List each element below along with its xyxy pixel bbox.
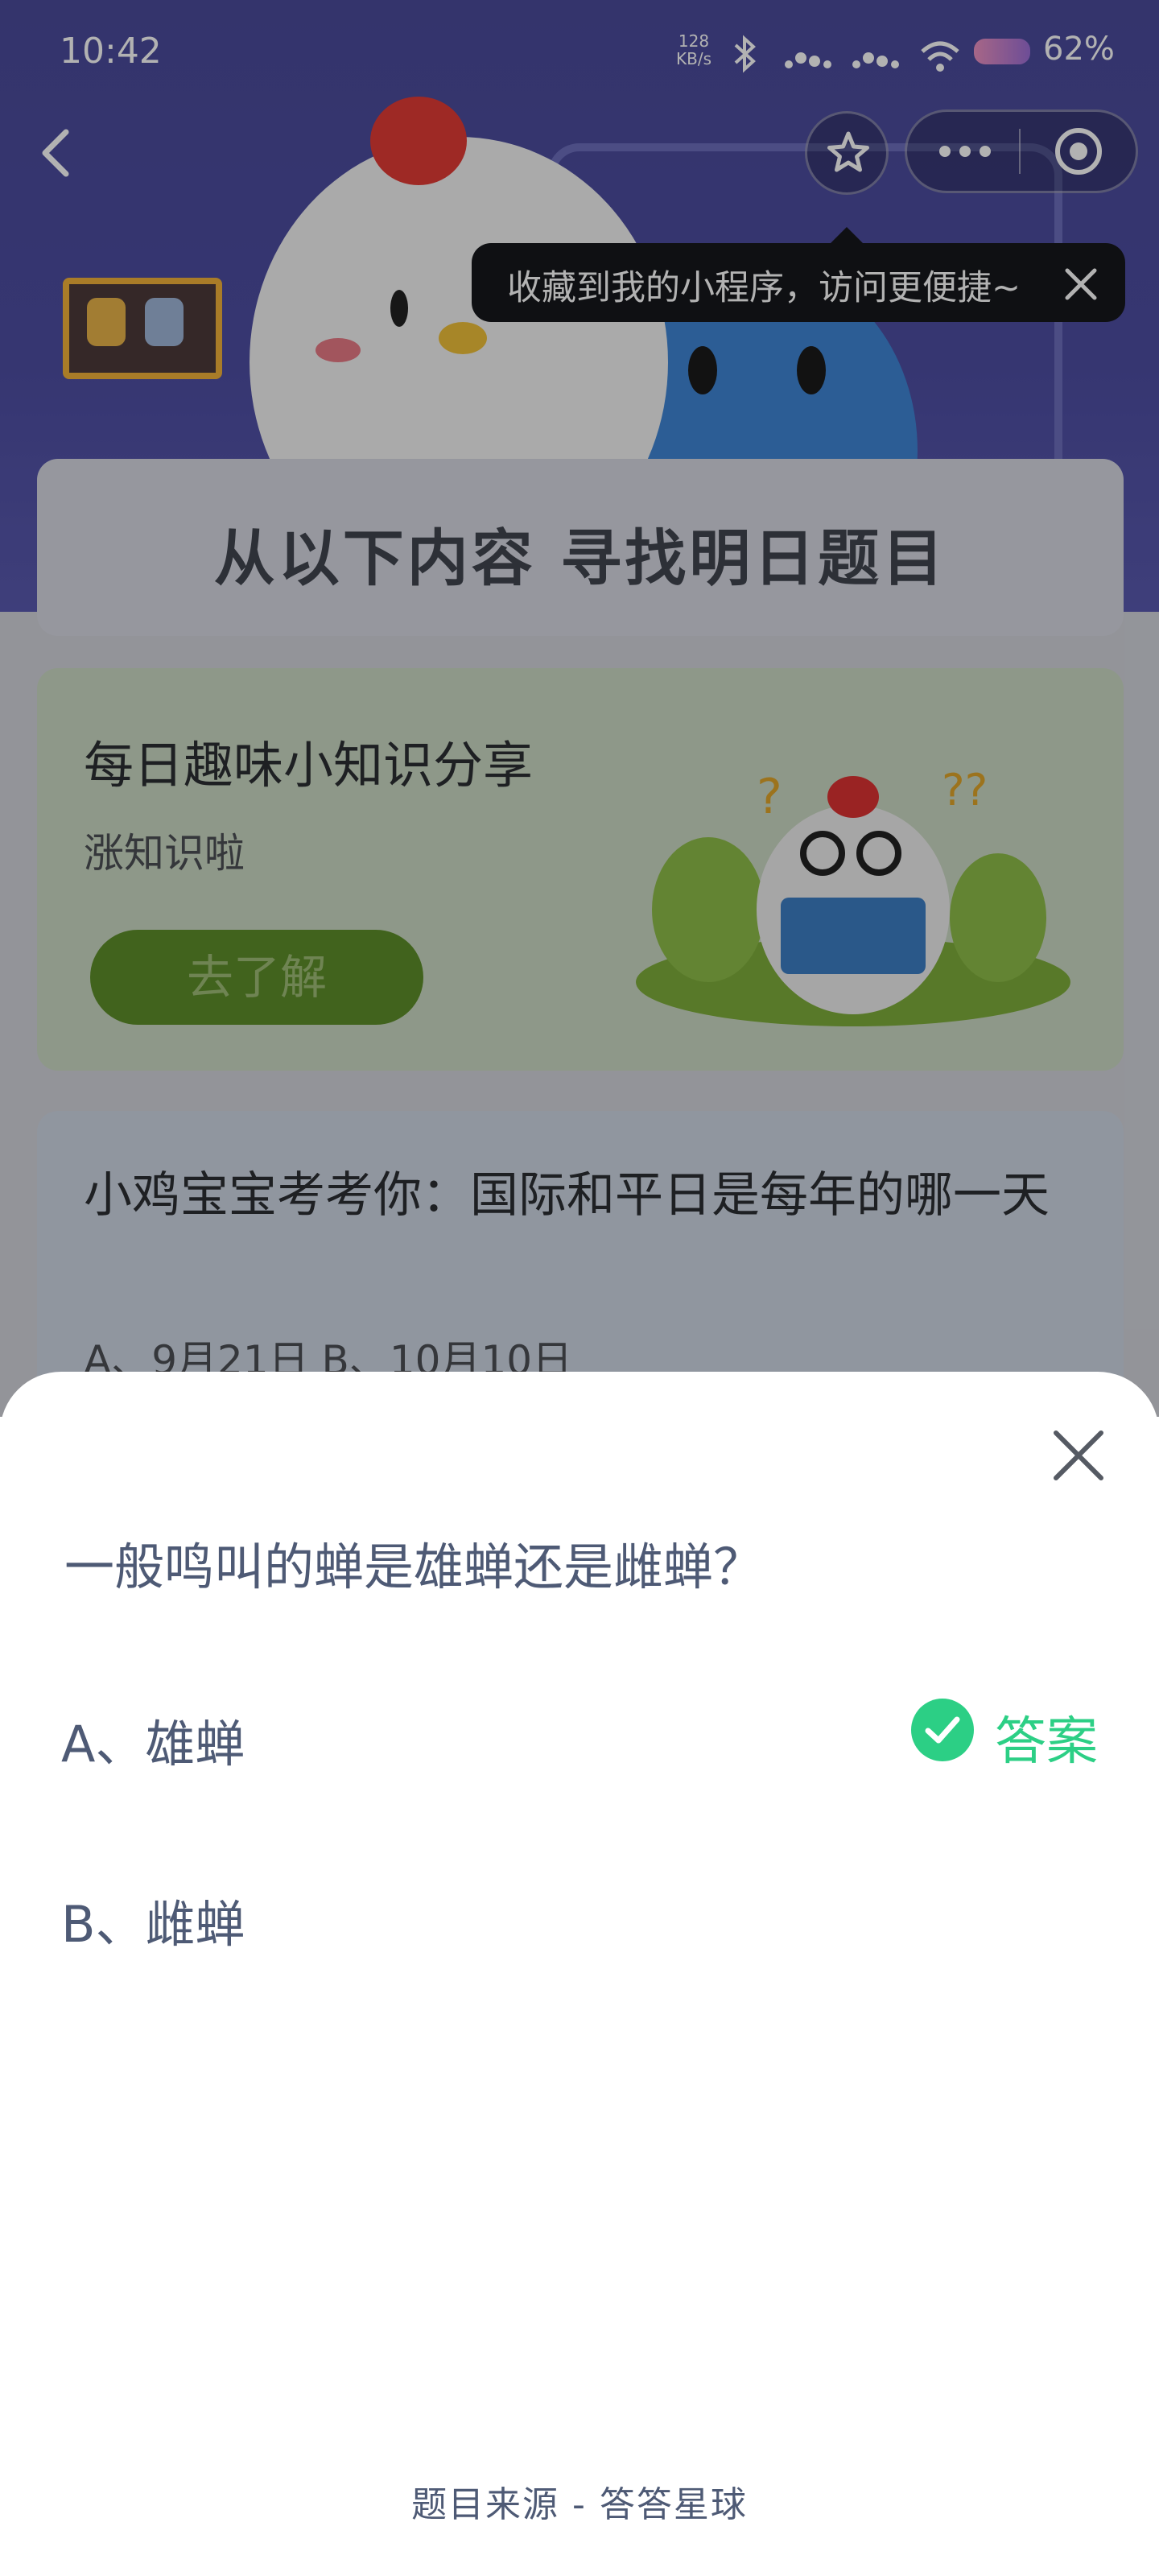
answer-label: 答案 — [995, 1712, 1098, 1772]
question-text: 一般鸣叫的蝉是雄蝉还是雌蝉？ — [64, 1538, 764, 1596]
option-a-label: A、雄蝉 — [61, 1715, 245, 1773]
question-source: 题目来源 - 答答星球 — [411, 2484, 748, 2525]
modal-backdrop[interactable] — [0, 0, 1159, 1417]
close-icon — [1054, 1430, 1103, 1480]
option-b-label: B、雌蝉 — [61, 1895, 245, 1954]
sheet-close-button[interactable] — [1046, 1423, 1111, 1488]
check-icon — [911, 1699, 974, 1761]
